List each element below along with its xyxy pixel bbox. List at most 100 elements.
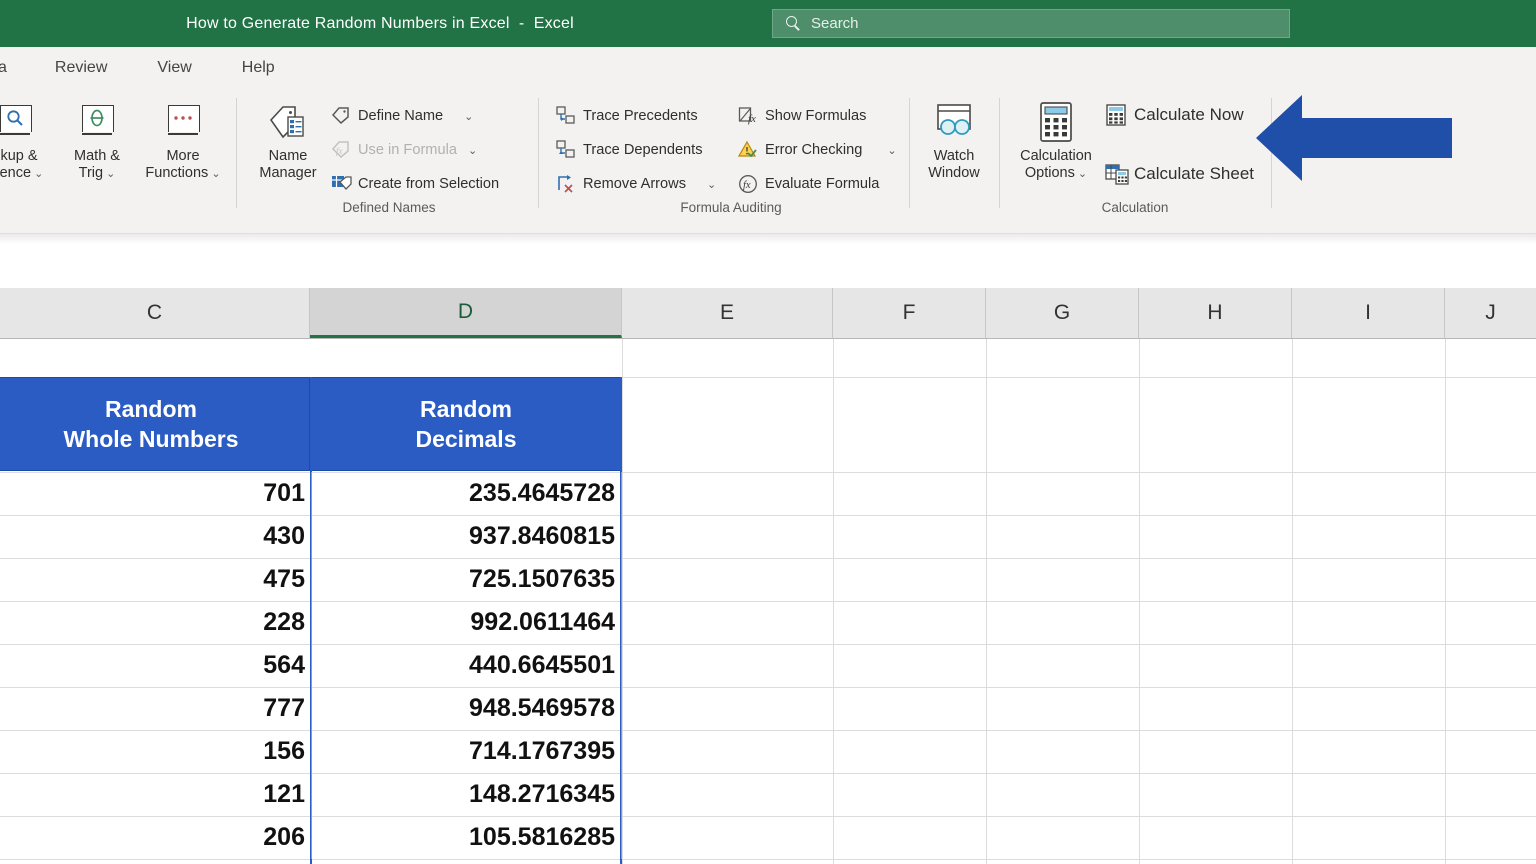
title-bar: How to Generate Random Numbers in Excel … <box>0 0 1536 47</box>
cell-c-8[interactable]: 121 <box>0 773 312 816</box>
column-header-e[interactable]: E <box>622 288 833 338</box>
cell-c-9[interactable]: 206 <box>0 816 312 859</box>
column-header-c[interactable]: C <box>0 288 310 338</box>
column-header-j[interactable]: J <box>1445 288 1536 338</box>
column-header-row: C D E F G H I J <box>0 288 1536 339</box>
ribbon-tab-strip: a Review View Help <box>0 47 1536 88</box>
cell-c-1[interactable]: 701 <box>0 472 312 515</box>
evaluate-formula-label: Evaluate Formula <box>765 176 879 192</box>
column-header-i[interactable]: I <box>1292 288 1445 338</box>
column-header-d[interactable]: D <box>310 288 622 338</box>
group-separator <box>999 98 1000 208</box>
cell-d-4[interactable]: 992.0611464 <box>312 601 622 644</box>
lookup-and-reference-button[interactable]: okup & erence ⌄ <box>0 96 58 182</box>
show-formulas-button[interactable]: fx Show Formulas <box>738 106 866 126</box>
group-separator <box>236 98 237 208</box>
chevron-down-icon: ⌄ <box>887 144 896 157</box>
trace-precedents-button[interactable]: Trace Precedents <box>556 106 698 126</box>
calculate-now-label: Calculate Now <box>1134 105 1244 125</box>
column-header-g[interactable]: G <box>986 288 1139 338</box>
excel-window: How to Generate Random Numbers in Excel … <box>0 0 1536 864</box>
trace-dependents-button[interactable]: Trace Dependents <box>556 140 703 160</box>
column-header-h[interactable]: H <box>1139 288 1292 338</box>
ribbon-shadow <box>0 234 1536 244</box>
chevron-down-icon: ⌄ <box>103 168 115 180</box>
search-placeholder: Search <box>811 15 859 32</box>
svg-text:fx: fx <box>743 180 751 191</box>
search-icon <box>786 16 802 32</box>
remove-arrows-button[interactable]: Remove Arrows ⌄ <box>556 174 716 194</box>
trace-precedents-label: Trace Precedents <box>583 108 698 124</box>
svg-text:fx: fx <box>748 113 756 125</box>
trace-dependents-label: Trace Dependents <box>583 142 703 158</box>
calculation-options-button[interactable]: Calculation Options ⌄ <box>1010 96 1102 182</box>
table-header-random-whole-numbers[interactable]: Random Whole Numbers <box>0 377 310 471</box>
group-label-formula-auditing: Formula Auditing <box>556 200 906 215</box>
cell-d-9[interactable]: 105.5816285 <box>312 816 622 859</box>
chevron-down-icon: ⌄ <box>464 110 473 123</box>
create-from-selection-button[interactable]: Create from Selection <box>331 174 499 194</box>
calculate-sheet-icon <box>1105 163 1127 185</box>
cell-c-5[interactable]: 564 <box>0 644 312 687</box>
use-in-formula-button: fx Use in Formula ⌄ <box>331 140 477 160</box>
use-in-formula-icon: fx <box>331 140 351 160</box>
cell-d-6[interactable]: 948.5469578 <box>312 687 622 730</box>
name-manager-label: Name Manager <box>244 148 332 182</box>
define-name-label: Define Name <box>358 108 443 124</box>
calculate-sheet-button[interactable]: Calculate Sheet <box>1105 163 1254 185</box>
table-header-random-decimals[interactable]: Random Decimals <box>310 377 622 471</box>
spreadsheet-grid[interactable]: Random Whole Numbers Random Decimals 701… <box>0 339 1536 864</box>
formula-bar-area <box>0 234 1536 288</box>
search-box[interactable]: Search <box>772 9 1290 38</box>
tab-review[interactable]: Review <box>43 55 119 81</box>
group-separator <box>538 98 539 208</box>
cell-c-2[interactable]: 430 <box>0 515 312 558</box>
remove-arrows-icon <box>556 174 576 194</box>
more-functions-label: More Functions <box>145 148 208 181</box>
table-header-d-label: Random Decimals <box>311 378 621 470</box>
name-manager-button[interactable]: Name Manager <box>244 96 332 182</box>
error-checking-icon <box>738 140 758 160</box>
chevron-down-icon: ⌄ <box>208 168 220 180</box>
document-title: How to Generate Random Numbers in Excel … <box>0 0 760 47</box>
remove-arrows-label: Remove Arrows <box>583 176 686 192</box>
calculate-now-button[interactable]: Calculate Now <box>1105 104 1244 126</box>
tab-help[interactable]: Help <box>230 55 287 81</box>
define-name-button[interactable]: Define Name ⌄ <box>331 106 473 126</box>
create-from-selection-label: Create from Selection <box>358 176 499 192</box>
cell-d-3[interactable]: 725.1507635 <box>312 558 622 601</box>
name-manager-icon <box>244 96 332 148</box>
error-checking-label: Error Checking <box>765 142 862 158</box>
cell-c-6[interactable]: 777 <box>0 687 312 730</box>
tab-view[interactable]: View <box>145 55 203 81</box>
more-functions-button[interactable]: More Functions ⌄ <box>135 96 231 182</box>
watch-window-button[interactable]: Watch Window <box>910 96 998 182</box>
cell-d-5[interactable]: 440.6645501 <box>312 644 622 687</box>
more-functions-icon <box>135 96 231 148</box>
cell-c-4[interactable]: 228 <box>0 601 312 644</box>
cell-d-8[interactable]: 148.2716345 <box>312 773 622 816</box>
chevron-down-icon: ⌄ <box>468 144 477 157</box>
chevron-down-icon: ⌄ <box>707 178 716 191</box>
tab-data-cut[interactable]: a <box>0 55 19 81</box>
column-header-f[interactable]: F <box>833 288 986 338</box>
cell-d-7[interactable]: 714.1767395 <box>312 730 622 773</box>
annotation-arrow-left <box>1256 92 1452 184</box>
table-header-c-label: Random Whole Numbers <box>0 378 309 470</box>
cell-c-3[interactable]: 475 <box>0 558 312 601</box>
svg-text:fx: fx <box>336 146 343 156</box>
group-label-calculation: Calculation <box>1010 200 1260 215</box>
cell-d-1[interactable]: 235.4645728 <box>312 472 622 515</box>
show-formulas-label: Show Formulas <box>765 108 866 124</box>
cell-c-7[interactable]: 156 <box>0 730 312 773</box>
error-checking-button[interactable]: Error Checking ⌄ <box>738 140 897 160</box>
create-from-selection-icon <box>331 174 351 194</box>
define-name-icon <box>331 106 351 126</box>
chevron-down-icon: ⌄ <box>31 168 43 180</box>
math-trig-icon <box>54 96 140 148</box>
lookup-reference-icon <box>0 96 58 148</box>
cell-d-2[interactable]: 937.8460815 <box>312 515 622 558</box>
evaluate-formula-button[interactable]: fx Evaluate Formula <box>738 174 879 194</box>
trace-dependents-icon <box>556 140 576 160</box>
math-and-trig-button[interactable]: Math & Trig ⌄ <box>54 96 140 182</box>
